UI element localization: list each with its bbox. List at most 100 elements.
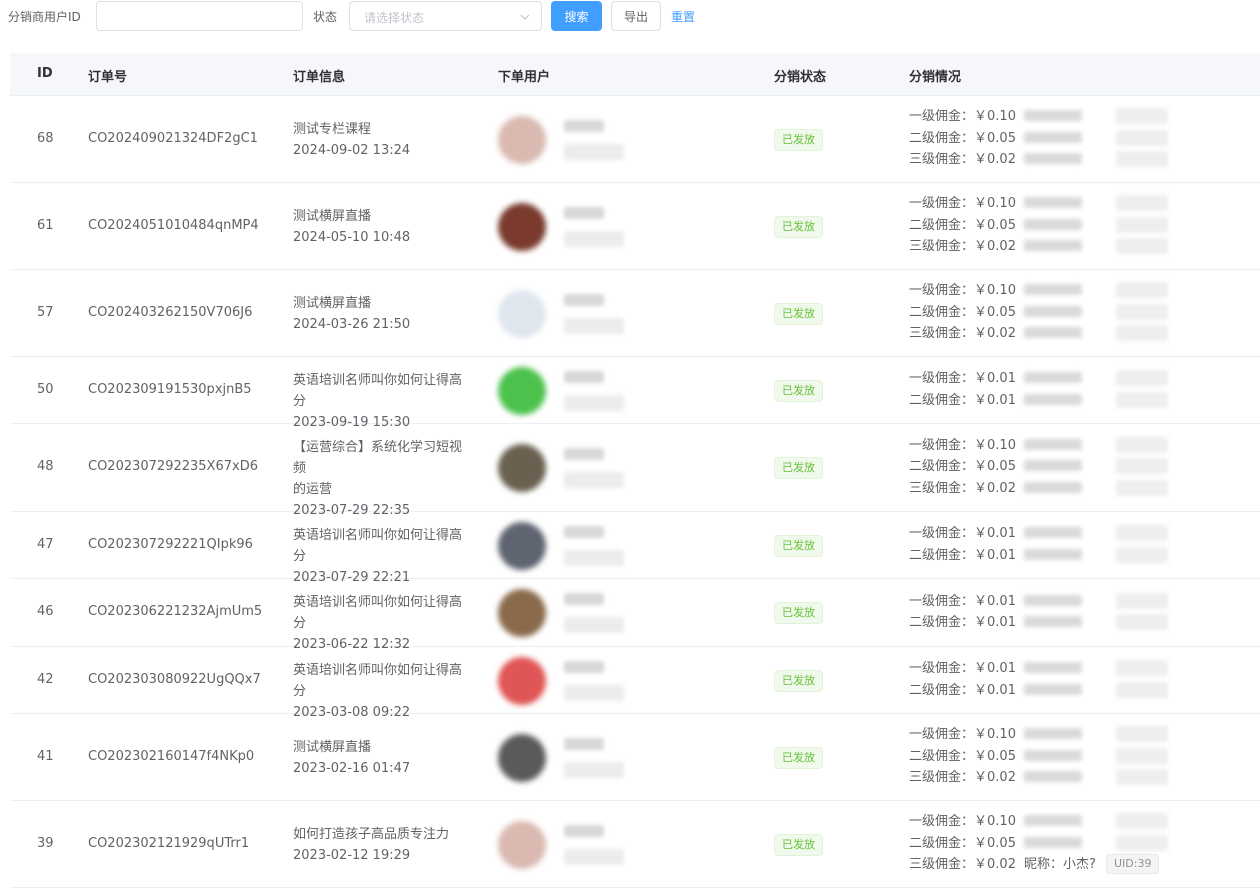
cell-order-no: CO202307292235X67xD6 bbox=[88, 459, 258, 474]
beneficiary-uid-blurred bbox=[1116, 769, 1168, 786]
export-button[interactable]: 导出 bbox=[611, 1, 661, 31]
commission-label: 二级佣金： bbox=[909, 748, 975, 764]
beneficiary-nickname-blurred bbox=[1024, 153, 1082, 165]
commission-amount: ￥0.05 bbox=[974, 130, 1016, 146]
beneficiary-nickname-blurred bbox=[1024, 616, 1082, 627]
user-uid-blurred bbox=[564, 472, 624, 488]
commission-line: 二级佣金：￥0.05 bbox=[909, 833, 1259, 855]
user-uid-blurred bbox=[564, 848, 624, 865]
cell-status: 已发放 bbox=[774, 457, 823, 479]
order-title: 【运营综合】系统化学习短视频 bbox=[293, 439, 463, 476]
beneficiary-nickname-blurred bbox=[1024, 393, 1082, 405]
cell-status: 已发放 bbox=[774, 379, 823, 402]
user-nickname-blurred bbox=[564, 293, 604, 306]
beneficiary-uid-blurred bbox=[1116, 458, 1168, 475]
cell-id: 42 bbox=[37, 671, 54, 687]
cell-commission: 一级佣金：￥0.10 二级佣金：￥0.05 三级佣金：￥0.02 昵称：小杰? UID:… bbox=[909, 811, 1259, 876]
beneficiary-nickname-blurred bbox=[1024, 683, 1082, 695]
commission-label: 二级佣金： bbox=[909, 392, 975, 408]
beneficiary-nickname-blurred bbox=[1024, 527, 1082, 538]
commission-amount: ￥0.01 bbox=[974, 547, 1016, 563]
uid-label: 分销商用户ID bbox=[8, 10, 81, 24]
beneficiary-uid-blurred bbox=[1116, 834, 1168, 851]
beneficiary-nickname-blurred bbox=[1024, 662, 1082, 673]
cell-commission: 一级佣金：￥0.01 二级佣金：￥0.01 bbox=[909, 658, 1259, 701]
commission-label: 二级佣金： bbox=[909, 615, 975, 630]
avatar bbox=[498, 733, 546, 782]
cell-commission: 一级佣金：￥0.01 二级佣金：￥0.01 bbox=[909, 523, 1259, 566]
order-title: 英语培训名师叫你如何让得高分 bbox=[293, 372, 463, 409]
avatar bbox=[498, 521, 546, 570]
table-row: 68 CO202409021324DF2gC1 测试专栏课程 2024-09-02 1… bbox=[10, 96, 1260, 183]
commission-label: 二级佣金： bbox=[909, 459, 975, 475]
order-title: 测试横屏直播 bbox=[293, 739, 372, 755]
order-time: 2024-03-26 21:50 bbox=[293, 316, 411, 332]
commission-line: 二级佣金：￥0.01 bbox=[909, 680, 1259, 702]
cell-order-info: 如何打造孩子高品质专注力 2023-02-12 19:29 bbox=[293, 824, 473, 866]
commission-label: 三级佣金： bbox=[909, 326, 975, 342]
beneficiary-nickname-blurred bbox=[1024, 372, 1082, 383]
cell-commission: 一级佣金：￥0.10 二级佣金：￥0.05 三级佣金：￥0.02 bbox=[909, 435, 1259, 500]
avatar bbox=[498, 656, 546, 705]
reset-link[interactable]: 重置 bbox=[671, 8, 695, 25]
cell-commission: 一级佣金：￥0.01 二级佣金：￥0.01 bbox=[909, 368, 1259, 411]
commission-line: 二级佣金：￥0.01 bbox=[909, 612, 1259, 634]
commission-amount: ￥0.01 bbox=[974, 593, 1016, 609]
commission-amount: ￥0.10 bbox=[974, 196, 1016, 212]
avatar bbox=[498, 115, 546, 164]
user-uid-blurred bbox=[564, 617, 624, 633]
user-uid-blurred bbox=[564, 549, 624, 566]
commission-amount: ￥0.01 bbox=[974, 392, 1016, 408]
commission-label: 二级佣金： bbox=[909, 130, 975, 146]
cell-order-no: CO202302160147f4NKp0 bbox=[88, 748, 255, 764]
cell-user bbox=[498, 520, 638, 572]
commission-line: 二级佣金：￥0.01 bbox=[909, 545, 1259, 567]
commission-line: 一级佣金：￥0.01 bbox=[909, 523, 1259, 545]
beneficiary-nickname-blurred bbox=[1024, 836, 1082, 848]
cell-user bbox=[498, 442, 638, 494]
commission-label: 一级佣金： bbox=[909, 109, 975, 125]
status-select[interactable]: 请选择状态 bbox=[349, 1, 542, 31]
commission-label: 二级佣金： bbox=[909, 835, 975, 851]
beneficiary-uid-blurred bbox=[1116, 391, 1168, 408]
commission-amount: ￥0.01 bbox=[974, 682, 1016, 698]
search-button[interactable]: 搜索 bbox=[551, 1, 602, 31]
commission-label: 二级佣金： bbox=[909, 304, 975, 320]
beneficiary-nickname: 昵称：小杰? bbox=[1024, 857, 1096, 873]
commission-label: 一级佣金： bbox=[909, 526, 975, 541]
status-badge: 已发放 bbox=[774, 602, 823, 624]
cell-order-no: CO202303080922UgQQx7 bbox=[88, 671, 261, 687]
commission-amount: ￥0.05 bbox=[974, 748, 1016, 764]
beneficiary-uid-blurred bbox=[1116, 479, 1168, 496]
beneficiary-nickname-blurred bbox=[1024, 197, 1082, 209]
table-row: 48 CO202307292235X67xD6 【运营综合】系统化学习短视频 的运营 2… bbox=[10, 424, 1260, 518]
cell-order-info: 测试横屏直播 2024-05-10 10:48 bbox=[293, 206, 473, 248]
commission-amount: ￥0.01 bbox=[974, 371, 1016, 386]
filter-bar: 分销商用户ID 状态 请选择状态 搜索 导出 重置 bbox=[0, 0, 1260, 32]
beneficiary-uid-blurred bbox=[1116, 660, 1168, 676]
cell-status: 已发放 bbox=[774, 128, 823, 151]
status-badge: 已发放 bbox=[774, 302, 823, 325]
commission-line: 三级佣金：￥0.02 bbox=[909, 478, 1259, 500]
commission-line: 三级佣金：￥0.02 bbox=[909, 236, 1259, 258]
beneficiary-uid-blurred bbox=[1116, 813, 1168, 830]
cell-id: 41 bbox=[37, 748, 54, 764]
commission-amount: ￥0.02 bbox=[974, 770, 1016, 786]
commission-line: 二级佣金：￥0.05 bbox=[909, 456, 1259, 478]
beneficiary-uid-blurred bbox=[1116, 151, 1168, 168]
order-table: ID 订单号 订单信息 下单用户 分销状态 分销情况 68 CO202409021… bbox=[10, 53, 1260, 888]
commission-line: 一级佣金：￥0.01 bbox=[909, 591, 1259, 613]
header-commission: 分销情况 bbox=[909, 70, 962, 85]
table-body: 68 CO202409021324DF2gC1 测试专栏课程 2024-09-02 1… bbox=[10, 96, 1260, 888]
order-title: 测试横屏直播 bbox=[293, 295, 372, 311]
commission-amount: ￥0.10 bbox=[974, 814, 1016, 830]
table-row: 50 CO202309191530pxjnB5 英语培训名师叫你如何让得高分 2023… bbox=[10, 357, 1260, 430]
beneficiary-uid-blurred bbox=[1116, 238, 1168, 255]
commission-amount: ￥0.02 bbox=[974, 857, 1016, 873]
cell-status: 已发放 bbox=[774, 833, 823, 856]
cell-order-no: CO202409021324DF2gC1 bbox=[88, 130, 258, 146]
commission-label: 三级佣金： bbox=[909, 770, 975, 786]
user-nickname-blurred bbox=[564, 824, 604, 837]
uid-input[interactable] bbox=[96, 1, 303, 31]
cell-id: 68 bbox=[37, 130, 54, 146]
